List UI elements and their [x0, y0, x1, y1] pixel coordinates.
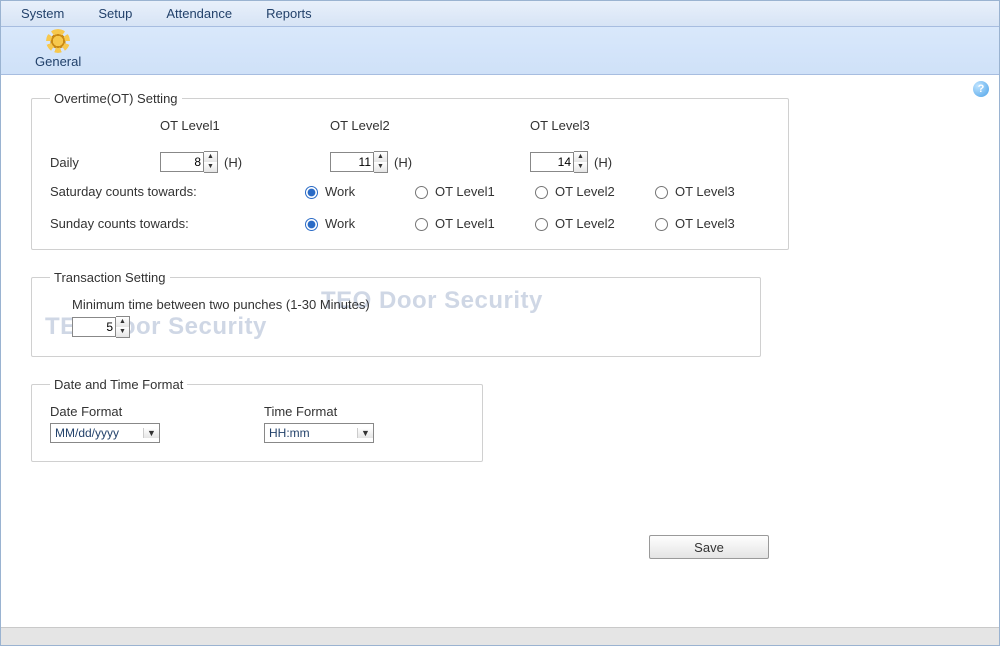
min-time-spinner[interactable]: ▲▼ [72, 316, 130, 338]
daily-label: Daily [50, 155, 160, 170]
sat-radio-l1[interactable]: OT Level1 [410, 183, 530, 199]
sat-radio-l3[interactable]: OT Level3 [650, 183, 770, 199]
saturday-counts-label: Saturday counts towards: [50, 184, 300, 199]
spinner-up-icon[interactable]: ▲ [574, 152, 587, 162]
save-button[interactable]: Save [649, 535, 769, 559]
time-format-value: HH:mm [265, 426, 357, 440]
menu-reports[interactable]: Reports [266, 6, 312, 21]
menu-system[interactable]: System [21, 6, 64, 21]
unit-label: (H) [224, 155, 242, 170]
sat-radio-l2-input[interactable] [535, 186, 548, 199]
ot-level3-spinner[interactable]: ▲▼ (H) [530, 151, 730, 173]
sat-radio-l3-input[interactable] [655, 186, 668, 199]
spinner-up-icon[interactable]: ▲ [116, 317, 129, 327]
sat-radio-l1-input[interactable] [415, 186, 428, 199]
transaction-fieldset: Transaction Setting Minimum time between… [31, 270, 761, 357]
ot-level2-header: OT Level2 [330, 118, 530, 133]
spinner-down-icon[interactable]: ▼ [574, 162, 587, 172]
ot-level1-header: OT Level1 [160, 118, 330, 133]
sun-radio-l1-input[interactable] [415, 218, 428, 231]
date-format-label: Date Format [50, 404, 250, 419]
general-tool[interactable]: General [35, 32, 81, 69]
unit-label: (H) [394, 155, 412, 170]
unit-label: (H) [594, 155, 612, 170]
min-time-label: Minimum time between two punches (1-30 M… [72, 297, 742, 312]
app-window: System Setup Attendance Reports General … [0, 0, 1000, 646]
sun-radio-l2[interactable]: OT Level2 [530, 215, 650, 231]
ot-level3-header: OT Level3 [530, 118, 730, 133]
date-format-combo[interactable]: MM/dd/yyyy ▼ [50, 423, 160, 443]
overtime-legend: Overtime(OT) Setting [50, 91, 182, 106]
gear-icon [49, 32, 67, 50]
ribbon: General [1, 27, 999, 75]
sun-radio-work-input[interactable] [305, 218, 318, 231]
ot-level2-input[interactable] [330, 152, 374, 172]
ot-level2-spinner[interactable]: ▲▼ (H) [330, 151, 530, 173]
overtime-fieldset: Overtime(OT) Setting OT Level1 OT Level2… [31, 91, 789, 250]
content-area: ? TEO Door Security TEO Door Security Ov… [1, 75, 999, 627]
help-icon[interactable]: ? [973, 81, 989, 97]
ot-level1-spinner[interactable]: ▲▼ (H) [160, 151, 330, 173]
spinner-down-icon[interactable]: ▼ [116, 327, 129, 337]
general-label: General [35, 54, 81, 69]
sat-radio-work-input[interactable] [305, 186, 318, 199]
chevron-down-icon[interactable]: ▼ [143, 428, 159, 438]
menu-setup[interactable]: Setup [98, 6, 132, 21]
datetime-fieldset: Date and Time Format Date Format MM/dd/y… [31, 377, 483, 462]
spinner-down-icon[interactable]: ▼ [204, 162, 217, 172]
spinner-up-icon[interactable]: ▲ [204, 152, 217, 162]
ot-level1-input[interactable] [160, 152, 204, 172]
transaction-legend: Transaction Setting [50, 270, 170, 285]
sun-radio-l1[interactable]: OT Level1 [410, 215, 530, 231]
sun-radio-l3-input[interactable] [655, 218, 668, 231]
sunday-counts-label: Sunday counts towards: [50, 216, 300, 231]
sun-radio-l3[interactable]: OT Level3 [650, 215, 770, 231]
sun-radio-l2-input[interactable] [535, 218, 548, 231]
sun-radio-work[interactable]: Work [300, 215, 410, 231]
spinner-up-icon[interactable]: ▲ [374, 152, 387, 162]
time-format-combo[interactable]: HH:mm ▼ [264, 423, 374, 443]
date-format-value: MM/dd/yyyy [51, 426, 143, 440]
datetime-legend: Date and Time Format [50, 377, 187, 392]
spinner-down-icon[interactable]: ▼ [374, 162, 387, 172]
ot-level3-input[interactable] [530, 152, 574, 172]
sat-radio-work[interactable]: Work [300, 183, 410, 199]
chevron-down-icon[interactable]: ▼ [357, 428, 373, 438]
menu-attendance[interactable]: Attendance [166, 6, 232, 21]
menu-bar: System Setup Attendance Reports [1, 1, 999, 27]
sat-radio-l2[interactable]: OT Level2 [530, 183, 650, 199]
time-format-label: Time Format [264, 404, 464, 419]
status-bar [1, 627, 999, 645]
min-time-input[interactable] [72, 317, 116, 337]
